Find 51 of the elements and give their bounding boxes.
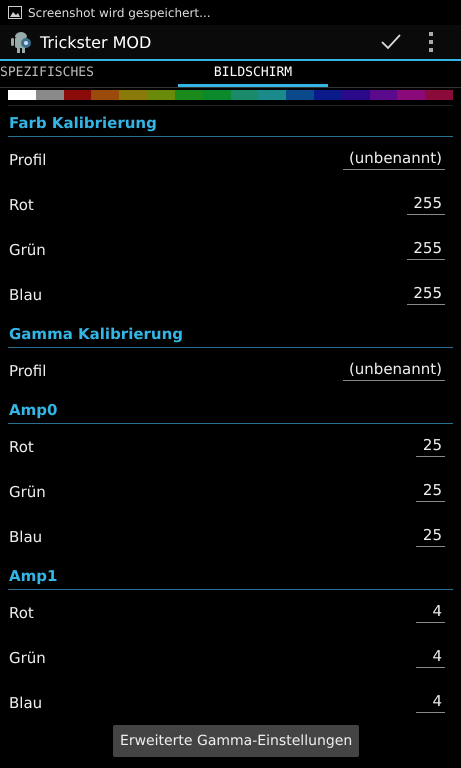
setting-label: Rot: [9, 196, 34, 214]
checkmark-icon: [381, 34, 401, 50]
section-title: Amp0: [8, 401, 58, 421]
section-title: Farb Kalibrierung: [8, 114, 157, 134]
value-field[interactable]: 255: [407, 194, 445, 215]
color-swatch[interactable]: [425, 90, 453, 100]
notification-text: Screenshot wird gespeichert...: [28, 6, 211, 20]
value-field[interactable]: 255: [407, 239, 445, 260]
color-swatch[interactable]: [8, 90, 36, 100]
setting-label: Grün: [9, 240, 46, 258]
section-title: Gamma Kalibrierung: [8, 325, 184, 345]
image-icon: [8, 6, 22, 19]
value-field[interactable]: 255: [407, 284, 445, 305]
tab[interactable]: BILDSCHIRM: [178, 61, 328, 87]
color-swatch[interactable]: [64, 90, 92, 100]
setting-label: Grün: [9, 648, 46, 666]
tab[interactable]: SPEZIFISCHES: [0, 61, 150, 87]
color-swatch[interactable]: [119, 90, 148, 100]
value-field[interactable]: 4: [416, 602, 445, 623]
color-swatch[interactable]: [258, 90, 286, 100]
section-title: Amp1: [8, 567, 58, 587]
color-swatch[interactable]: [91, 90, 120, 100]
setting-label: Rot: [9, 438, 34, 456]
robot-icon: [10, 30, 34, 54]
value-field[interactable]: 4: [416, 647, 445, 668]
value-field[interactable]: 25: [416, 526, 445, 547]
value-field[interactable]: 25: [416, 481, 445, 502]
value-field[interactable]: (unbenannt): [342, 149, 445, 170]
color-swatch[interactable]: [147, 90, 175, 100]
color-swatch[interactable]: [342, 90, 370, 100]
color-swatch[interactable]: [286, 90, 314, 100]
color-swatch[interactable]: [397, 90, 426, 100]
color-swatch[interactable]: [370, 90, 398, 100]
setting-label: Blau: [9, 286, 42, 304]
value-field[interactable]: 4: [416, 692, 445, 713]
toast-message: Erweiterte Gamma-Einstellungen: [113, 725, 360, 757]
value-field[interactable]: 25: [416, 436, 445, 457]
menu-icon: [428, 32, 434, 52]
color-swatch[interactable]: [36, 90, 64, 100]
setting-label: Rot: [9, 604, 34, 622]
color-swatch[interactable]: [230, 90, 258, 100]
value-field[interactable]: (unbenannt): [342, 360, 445, 381]
color-swatch[interactable]: [314, 90, 342, 100]
color-swatch[interactable]: [202, 90, 230, 100]
setting-label: Profil: [9, 150, 46, 168]
color-swatch[interactable]: [174, 90, 203, 100]
app-title: Trickster MOD: [40, 32, 152, 52]
setting-label: Blau: [9, 694, 42, 712]
setting-label: Grün: [9, 482, 46, 500]
setting-label: Profil: [9, 362, 46, 380]
setting-label: Blau: [9, 528, 42, 546]
